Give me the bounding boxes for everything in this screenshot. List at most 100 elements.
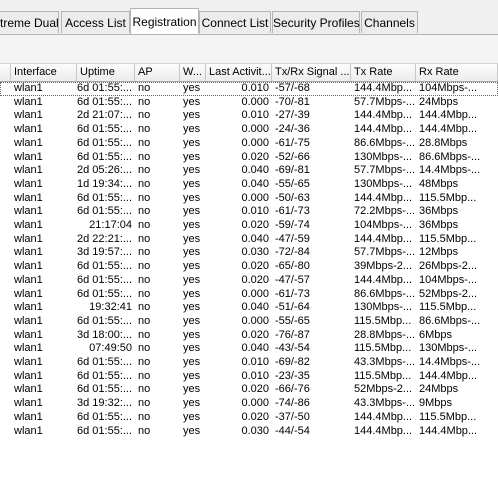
table-row[interactable]: wlan1 6d 01:55:... no yes 0.020 -65/-80 39Mbps… <box>0 260 498 274</box>
tab-access-list[interactable]: Access List <box>61 11 130 33</box>
ap-cell: no <box>138 232 151 245</box>
table-row[interactable]: wlan1 21:17:04 no yes 0.020 -59/-74 104Mbps-..… <box>0 219 498 233</box>
wds-cell: yes <box>183 205 201 218</box>
interface-cell: wlan1 <box>14 136 43 149</box>
ap-cell: no <box>138 410 151 423</box>
ap-cell: no <box>138 123 151 136</box>
uptime-cell: 6d 01:55:... <box>77 410 133 423</box>
uptime-cell: 6d 01:55:... <box>77 205 133 218</box>
tx-rate-cell: 144.4Mbp... <box>354 123 413 136</box>
table-row[interactable]: wlan1 6d 01:55:... no yes 0.010 -23/-35 115.5M… <box>0 370 498 384</box>
last-activity-cell: 0.010 <box>241 109 269 122</box>
last-activity-cell: 0.000 <box>241 287 269 300</box>
interface-cell: wlan1 <box>14 191 43 204</box>
wds-cell: yes <box>183 191 201 204</box>
uptime-cell: 3d 18:00:... <box>77 328 133 341</box>
table-row[interactable]: wlan1 2d 05:26:... no yes 0.040 -69/-81 57.7Mb… <box>0 164 498 178</box>
uptime-cell: 6d 01:55:... <box>77 95 133 108</box>
ap-cell: no <box>138 205 151 218</box>
table-row[interactable]: wlan1 6d 01:55:... no yes 0.000 -61/-73 86.6Mb… <box>0 288 498 302</box>
interface-cell: wlan1 <box>14 177 43 190</box>
last-activity-cell: 0.020 <box>241 219 269 231</box>
table-row[interactable]: wlan1 3d 19:32:... no yes 0.000 -74/-86 43.3Mb… <box>0 397 498 411</box>
last-activity-cell: 0.010 <box>241 82 269 94</box>
wds-cell: yes <box>183 177 201 190</box>
last-activity-cell: 0.010 <box>241 205 269 218</box>
table-row[interactable]: wlan1 3d 18:00:... no yes 0.020 -76/-87 28.8Mb… <box>0 329 498 343</box>
ap-cell: no <box>138 150 151 163</box>
table-row[interactable]: wlan1 6d 01:55:... no yes 0.000 -24/-36 144.4M… <box>0 123 498 137</box>
table-row[interactable]: wlan1 6d 01:55:... no yes 0.020 -66/-76 52Mbps… <box>0 383 498 397</box>
signal-cell: -66/-76 <box>275 383 310 396</box>
wds-cell: yes <box>183 356 201 368</box>
tab-security-profiles[interactable]: Security Profiles <box>272 11 360 33</box>
table-row[interactable]: wlan1 6d 01:55:... no yes 0.020 -37/-50 144.4M… <box>0 411 498 425</box>
tx-rate-cell: 52Mbps-2... <box>354 383 413 396</box>
signal-cell: -57/-68 <box>275 82 310 94</box>
rx-rate-cell: 9Mbps <box>419 397 453 410</box>
rx-rate-cell: 144.4Mbp... <box>419 109 478 122</box>
signal-cell: -59/-74 <box>275 219 310 231</box>
table-row[interactable]: wlan1 1d 19:34:... no yes 0.040 -55/-65 130Mbp… <box>0 178 498 192</box>
last-activity-cell: 0.020 <box>241 410 269 423</box>
wds-cell: yes <box>183 342 201 355</box>
tab-wireless-interfaces[interactable]: treme Dual <box>0 11 59 33</box>
uptime-cell: 6d 01:55:... <box>77 424 133 437</box>
tx-rate-cell: 144.4Mbp... <box>354 273 413 286</box>
table-row[interactable]: wlan1 2d 21:07:... no yes 0.010 -27/-39 144.4M… <box>0 109 498 123</box>
table-row[interactable]: wlan1 6d 01:55:... no yes 0.020 -52/-66 130Mbp… <box>0 151 498 165</box>
interface-cell: wlan1 <box>14 205 43 218</box>
table-row[interactable]: wlan1 6d 01:55:... no yes 0.000 -70/-81 57.7Mb… <box>0 96 498 110</box>
wds-cell: yes <box>183 287 201 300</box>
ap-cell: no <box>138 328 151 341</box>
col-signal-header[interactable]: Tx/Rx Signal ... <box>272 64 351 81</box>
ap-cell: no <box>138 191 151 204</box>
ap-cell: no <box>138 109 151 122</box>
table-row[interactable]: wlan1 6d 01:55:... no yes 0.000 -55/-65 115.5M… <box>0 315 498 329</box>
table-row[interactable]: wlan1 2d 22:21:... no yes 0.040 -47/-59 144.4M… <box>0 233 498 247</box>
col-ap-header[interactable]: AP <box>135 64 180 81</box>
table-row[interactable]: wlan1 6d 01:55:... no yes 0.000 -50/-63 144.4M… <box>0 192 498 206</box>
uptime-cell: 07:49:50 <box>89 342 132 355</box>
rx-rate-cell: 104Mbps-... <box>419 273 478 286</box>
col-last-activity-header[interactable]: Last Activit... <box>206 64 272 81</box>
table-row[interactable]: wlan1 07:49:50 no yes 0.040 -43/-54 115.5Mbp..… <box>0 342 498 356</box>
wds-cell: yes <box>183 136 201 149</box>
tab-channels[interactable]: Channels <box>361 11 418 33</box>
table-row[interactable]: wlan1 6d 01:55:... no yes 0.000 -61/-75 86.6Mb… <box>0 137 498 151</box>
tx-rate-cell: 144.4Mbp... <box>354 232 413 245</box>
table-row[interactable]: wlan1 6d 01:55:... no yes 0.010 -57/-68 144.4M… <box>0 82 498 96</box>
ap-cell: no <box>138 260 151 273</box>
col-tx-rate-header[interactable]: Tx Rate <box>351 64 416 81</box>
wds-cell: yes <box>183 328 201 341</box>
interface-cell: wlan1 <box>14 95 43 108</box>
interface-cell: wlan1 <box>14 219 43 231</box>
last-activity-cell: 0.000 <box>241 191 269 204</box>
uptime-cell: 6d 01:55:... <box>77 191 133 204</box>
ap-cell: no <box>138 424 151 437</box>
table-row[interactable]: wlan1 19:32:41 no yes 0.040 -51/-64 130Mbps-..… <box>0 301 498 315</box>
rx-rate-cell: 36Mbps <box>419 205 459 218</box>
ap-cell: no <box>138 219 151 231</box>
uptime-cell: 6d 01:55:... <box>77 123 133 136</box>
table-row[interactable]: wlan1 6d 01:55:... no yes 0.020 -47/-57 144.4M… <box>0 274 498 288</box>
tab-registration[interactable]: Registration <box>130 8 199 34</box>
uptime-cell: 3d 19:32:... <box>77 397 133 410</box>
col-rx-rate-header[interactable]: Rx Rate <box>416 64 498 81</box>
signal-cell: -47/-59 <box>275 232 310 245</box>
tab-connect-list[interactable]: Connect List <box>199 11 271 33</box>
table-row[interactable]: wlan1 6d 01:55:... no yes 0.010 -61/-73 72.2Mb… <box>0 205 498 219</box>
col-interface-header[interactable]: Interface <box>11 64 77 81</box>
tx-rate-cell: 43.3Mbps-... <box>354 397 416 410</box>
interface-cell: wlan1 <box>14 164 43 177</box>
tx-rate-cell: 115.5Mbp... <box>354 342 412 355</box>
ap-cell: no <box>138 273 151 286</box>
rx-rate-cell: 144.4Mbp... <box>419 123 478 136</box>
table-row[interactable]: wlan1 6d 01:55:... no yes 0.010 -69/-82 43.3Mb… <box>0 356 498 370</box>
table-row[interactable]: wlan1 3d 19:57:... no yes 0.030 -72/-84 57.7Mb… <box>0 246 498 260</box>
col-uptime-header[interactable]: Uptime <box>77 64 135 81</box>
col-wds-header[interactable]: W... <box>180 64 206 81</box>
table-row[interactable]: wlan1 6d 01:55:... no yes 0.030 -44/-54 144.4M… <box>0 425 498 439</box>
last-activity-cell: 0.020 <box>241 150 269 163</box>
interface-cell: wlan1 <box>14 301 43 314</box>
